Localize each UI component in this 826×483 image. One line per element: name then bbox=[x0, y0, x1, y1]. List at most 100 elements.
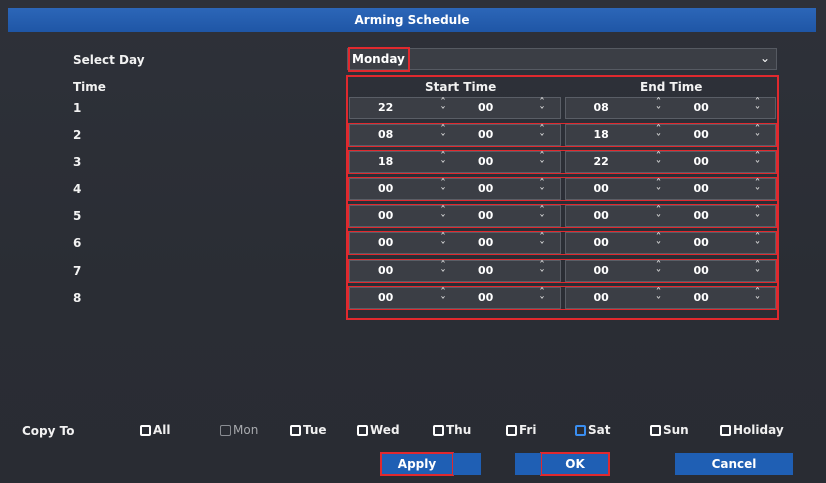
start-time-field[interactable]: 00 ˆ ˇ 00 ˆ ˇ bbox=[349, 205, 561, 227]
up-down-spinner-icon[interactable]: ˆˇ bbox=[438, 151, 448, 172]
end-hour-value[interactable]: 00 bbox=[594, 291, 609, 304]
up-down-spinner-icon[interactable]: ˆˇ bbox=[654, 205, 664, 226]
up-down-spinner-icon[interactable]: ˆˇ bbox=[654, 97, 664, 118]
up-down-spinner-icon[interactable]: ˆˇ bbox=[537, 287, 547, 308]
up-down-spinner-icon[interactable]: ˆˇ bbox=[654, 232, 664, 253]
start-hour-value[interactable]: 22 bbox=[378, 101, 393, 114]
start-time-field[interactable]: 22 ˆ ˇ 00 ˆ ˇ bbox=[349, 97, 561, 119]
start-time-field[interactable]: 00 ˆ ˇ 00 ˆ ˇ bbox=[349, 232, 561, 254]
start-hour-value[interactable]: 08 bbox=[378, 128, 393, 141]
end-minute-value[interactable]: 00 bbox=[694, 291, 709, 304]
checkbox-icon[interactable] bbox=[357, 424, 368, 436]
copy-to-thu-checkbox[interactable]: Thu bbox=[433, 423, 471, 437]
checkbox-icon[interactable] bbox=[290, 424, 301, 436]
end-time-field[interactable]: 22 ˆ ˇ 00 ˆ ˇ bbox=[564, 151, 776, 173]
start-hour-value[interactable]: 00 bbox=[378, 291, 393, 304]
checkbox-icon[interactable] bbox=[720, 424, 731, 436]
end-time-field[interactable]: 00 ˆ ˇ 00 ˆ ˇ bbox=[564, 205, 776, 227]
up-down-spinner-icon[interactable]: ˆˇ bbox=[537, 151, 547, 172]
up-down-spinner-icon[interactable]: ˆˇ bbox=[753, 124, 763, 145]
start-minute-value[interactable]: 00 bbox=[478, 128, 493, 141]
chevron-down-icon[interactable]: ⌄ bbox=[760, 51, 770, 65]
up-down-spinner-icon[interactable]: ˆˇ bbox=[438, 97, 448, 118]
up-down-spinner-icon[interactable]: ˆˇ bbox=[438, 232, 448, 253]
start-time-field[interactable]: 00 ˆ ˇ 00 ˆ ˇ bbox=[349, 178, 561, 200]
up-down-spinner-icon[interactable]: ˆˇ bbox=[537, 178, 547, 199]
copy-to-sat-checkbox[interactable]: Sat bbox=[575, 423, 610, 437]
start-minute-value[interactable]: 00 bbox=[478, 264, 493, 277]
checkbox-icon[interactable] bbox=[140, 424, 151, 436]
start-minute-value[interactable]: 00 bbox=[478, 236, 493, 249]
up-down-spinner-icon[interactable]: ˆˇ bbox=[537, 205, 547, 226]
end-time-field[interactable]: 00 ˆ ˇ 00 ˆ ˇ bbox=[564, 232, 776, 254]
up-down-spinner-icon[interactable]: ˆˇ bbox=[438, 205, 448, 226]
end-time-field[interactable]: 18 ˆ ˇ 00 ˆ ˇ bbox=[564, 124, 776, 146]
up-down-spinner-icon[interactable]: ˆˇ bbox=[753, 260, 763, 281]
up-down-spinner-icon[interactable]: ˆˇ bbox=[438, 287, 448, 308]
checkbox-icon[interactable] bbox=[506, 424, 517, 436]
end-minute-value[interactable]: 00 bbox=[694, 209, 709, 222]
up-down-spinner-icon[interactable]: ˆˇ bbox=[753, 232, 763, 253]
copy-to-tue-checkbox[interactable]: Tue bbox=[290, 423, 327, 437]
end-minute-value[interactable]: 00 bbox=[694, 128, 709, 141]
up-down-spinner-icon[interactable]: ˆˇ bbox=[654, 124, 664, 145]
start-time-field[interactable]: 00 ˆ ˇ 00 ˆ ˇ bbox=[349, 260, 561, 282]
end-time-field[interactable]: 08 ˆ ˇ 00 ˆ ˇ bbox=[564, 97, 776, 119]
cancel-button[interactable]: Cancel bbox=[675, 453, 793, 475]
start-hour-value[interactable]: 00 bbox=[378, 182, 393, 195]
checkbox-icon[interactable] bbox=[220, 424, 231, 436]
up-down-spinner-icon[interactable]: ˆˇ bbox=[654, 151, 664, 172]
up-down-spinner-icon[interactable]: ˆˇ bbox=[438, 260, 448, 281]
up-down-spinner-icon[interactable]: ˆˇ bbox=[438, 124, 448, 145]
up-down-spinner-icon[interactable]: ˆˇ bbox=[654, 260, 664, 281]
end-hour-value[interactable]: 08 bbox=[594, 101, 609, 114]
checkbox-icon[interactable] bbox=[433, 424, 444, 436]
up-down-spinner-icon[interactable]: ˆˇ bbox=[753, 287, 763, 308]
ok-button[interactable]: OK bbox=[540, 452, 610, 476]
end-hour-value[interactable]: 22 bbox=[594, 155, 609, 168]
up-down-spinner-icon[interactable]: ˆˇ bbox=[753, 151, 763, 172]
start-minute-value[interactable]: 00 bbox=[478, 182, 493, 195]
checkbox-icon[interactable] bbox=[650, 424, 661, 436]
end-minute-value[interactable]: 00 bbox=[694, 264, 709, 277]
end-hour-value[interactable]: 00 bbox=[594, 209, 609, 222]
apply-button[interactable]: Apply bbox=[380, 452, 454, 476]
up-down-spinner-icon[interactable]: ˆˇ bbox=[654, 178, 664, 199]
up-down-spinner-icon[interactable]: ˆˇ bbox=[753, 97, 763, 118]
up-down-spinner-icon[interactable]: ˆˇ bbox=[654, 287, 664, 308]
end-time-field[interactable]: 00 ˆ ˇ 00 ˆ ˇ bbox=[564, 260, 776, 282]
end-minute-value[interactable]: 00 bbox=[694, 155, 709, 168]
checkbox-icon[interactable] bbox=[575, 424, 586, 436]
start-hour-value[interactable]: 00 bbox=[378, 236, 393, 249]
end-hour-value[interactable]: 00 bbox=[594, 264, 609, 277]
start-hour-value[interactable]: 00 bbox=[378, 264, 393, 277]
copy-to-mon-checkbox[interactable]: Mon bbox=[220, 423, 258, 437]
up-down-spinner-icon[interactable]: ˆˇ bbox=[537, 124, 547, 145]
up-down-spinner-icon[interactable]: ˆˇ bbox=[753, 178, 763, 199]
start-time-field[interactable]: 00 ˆ ˇ 00 ˆ ˇ bbox=[349, 287, 561, 309]
up-down-spinner-icon[interactable]: ˆˇ bbox=[753, 205, 763, 226]
copy-to-fri-checkbox[interactable]: Fri bbox=[506, 423, 536, 437]
end-hour-value[interactable]: 00 bbox=[594, 182, 609, 195]
copy-to-all-checkbox[interactable]: All bbox=[140, 423, 171, 437]
start-time-field[interactable]: 08 ˆ ˇ 00 ˆ ˇ bbox=[349, 124, 561, 146]
start-time-field[interactable]: 18 ˆ ˇ 00 ˆ ˇ bbox=[349, 151, 561, 173]
copy-to-wed-checkbox[interactable]: Wed bbox=[357, 423, 400, 437]
end-time-field[interactable]: 00 ˆ ˇ 00 ˆ ˇ bbox=[564, 178, 776, 200]
up-down-spinner-icon[interactable]: ˆˇ bbox=[537, 97, 547, 118]
up-down-spinner-icon[interactable]: ˆˇ bbox=[438, 178, 448, 199]
end-hour-value[interactable]: 18 bbox=[594, 128, 609, 141]
start-minute-value[interactable]: 00 bbox=[478, 291, 493, 304]
end-minute-value[interactable]: 00 bbox=[694, 182, 709, 195]
start-hour-value[interactable]: 00 bbox=[378, 209, 393, 222]
copy-to-sun-checkbox[interactable]: Sun bbox=[650, 423, 689, 437]
start-minute-value[interactable]: 00 bbox=[478, 155, 493, 168]
end-time-field[interactable]: 00 ˆ ˇ 00 ˆ ˇ bbox=[564, 287, 776, 309]
start-hour-value[interactable]: 18 bbox=[378, 155, 393, 168]
end-minute-value[interactable]: 00 bbox=[694, 101, 709, 114]
end-hour-value[interactable]: 00 bbox=[594, 236, 609, 249]
copy-to-holiday-checkbox[interactable]: Holiday bbox=[720, 423, 784, 437]
end-minute-value[interactable]: 00 bbox=[694, 236, 709, 249]
start-minute-value[interactable]: 00 bbox=[478, 101, 493, 114]
start-minute-value[interactable]: 00 bbox=[478, 209, 493, 222]
